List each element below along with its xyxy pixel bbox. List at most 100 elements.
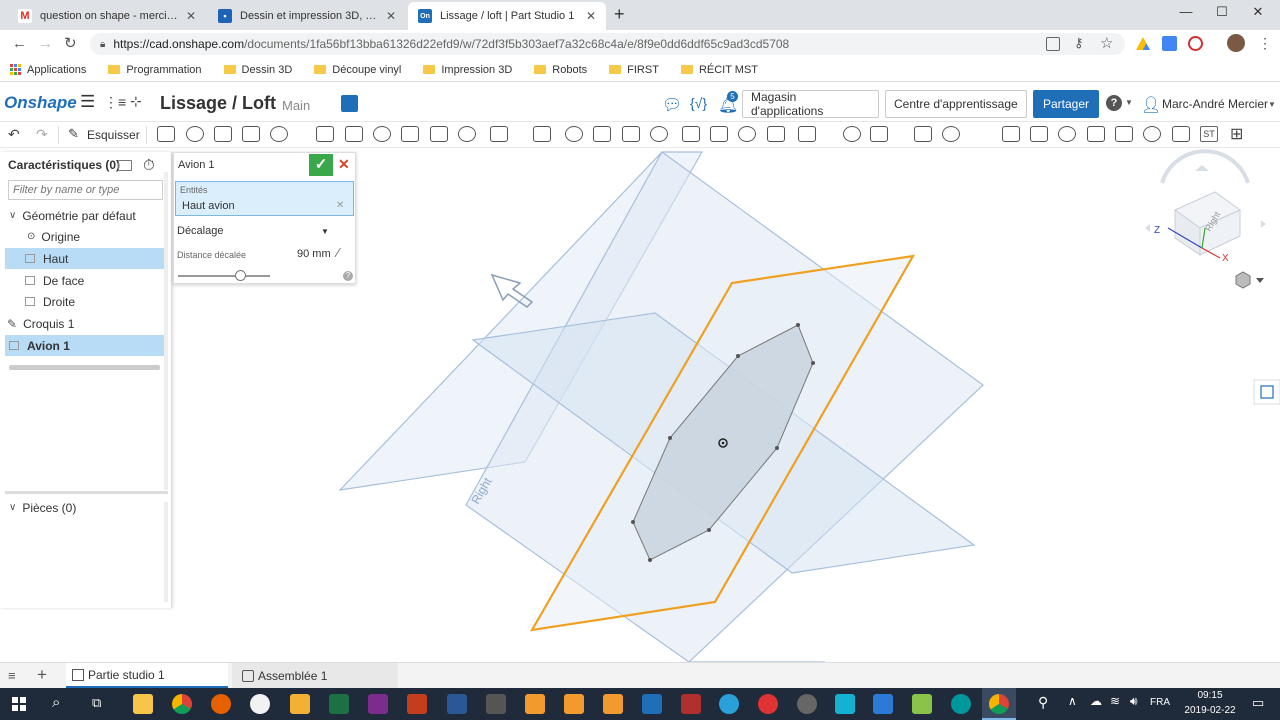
- feature-item-plane-1[interactable]: Avion 1: [5, 335, 164, 356]
- confirm-check-icon[interactable]: ✓: [309, 154, 333, 176]
- redo-icon[interactable]: ↷: [36, 126, 48, 143]
- document-info-icon[interactable]: [341, 95, 358, 112]
- feature-tool-icon[interactable]: [458, 126, 476, 142]
- app-icon[interactable]: [290, 694, 310, 714]
- remove-entity-icon[interactable]: ✕: [336, 200, 344, 211]
- feature-tool-icon[interactable]: [490, 126, 508, 142]
- plane-type-select[interactable]: Décalage: [177, 225, 223, 237]
- star-icon[interactable]: ☆: [1100, 34, 1113, 52]
- feature-tool-icon[interactable]: [1058, 126, 1076, 142]
- action-center-icon[interactable]: ▭: [1252, 695, 1264, 711]
- tray-overflow-icon[interactable]: ∧: [1068, 694, 1077, 708]
- bookmark-impression-3d[interactable]: Impression 3D: [423, 64, 512, 76]
- onedrive-icon[interactable]: ☁︎: [1090, 694, 1102, 708]
- app-icon[interactable]: [642, 694, 662, 714]
- chrome-icon[interactable]: [172, 694, 192, 714]
- feature-filter-input[interactable]: [8, 180, 163, 200]
- tab-assembly[interactable]: Assemblée 1: [232, 663, 398, 688]
- feature-tool-icon[interactable]: [870, 126, 888, 142]
- app-icon[interactable]: [564, 694, 584, 714]
- bookmark-applications[interactable]: Applications: [10, 64, 86, 76]
- rotate-up-icon[interactable]: [1195, 165, 1209, 171]
- app-icon[interactable]: [603, 694, 623, 714]
- app-icon[interactable]: [758, 694, 778, 714]
- translate-icon[interactable]: [1046, 37, 1060, 51]
- help-icon[interactable]: ?: [1106, 95, 1122, 111]
- firefox-icon[interactable]: [211, 694, 231, 714]
- feature-tool-icon[interactable]: [242, 126, 260, 142]
- app-icon[interactable]: [873, 694, 893, 714]
- close-icon[interactable]: ✕: [586, 9, 596, 23]
- version-graph-icon[interactable]: ⋮≡: [104, 94, 126, 111]
- workflow-icon[interactable]: ⊹: [130, 93, 142, 110]
- powerpoint-icon[interactable]: [407, 694, 427, 714]
- user-icon[interactable]: 👤︎: [1141, 95, 1161, 115]
- view-cube[interactable]: Right Z X: [1145, 149, 1266, 264]
- avatar[interactable]: [1227, 34, 1245, 52]
- panel-splitter[interactable]: [5, 491, 168, 494]
- bookmark-programmation[interactable]: Programmation: [108, 64, 202, 76]
- feature-tool-icon[interactable]: [533, 126, 551, 142]
- undo-icon[interactable]: ↶: [8, 126, 20, 143]
- app-icon[interactable]: [835, 694, 855, 714]
- variables-icon[interactable]: {√}: [690, 95, 707, 111]
- cancel-close-icon[interactable]: ✕: [338, 156, 350, 173]
- rollback-bar[interactable]: [9, 365, 160, 370]
- rotate-right-icon[interactable]: [1261, 220, 1266, 228]
- word-icon[interactable]: [447, 694, 467, 714]
- clock-time[interactable]: 09:15: [1180, 690, 1240, 701]
- bookmark-robots[interactable]: Robots: [534, 64, 587, 76]
- close-icon[interactable]: ✕: [386, 9, 396, 23]
- feature-item-right-plane[interactable]: Droite: [5, 291, 164, 312]
- comment-icon[interactable]: 💬︎: [662, 95, 682, 115]
- feature-tool-icon[interactable]: [565, 126, 583, 142]
- parts-group[interactable]: ∨ Pièces (0): [5, 497, 164, 518]
- feature-tool-icon[interactable]: [710, 126, 728, 142]
- feature-tool-icon[interactable]: [401, 126, 419, 142]
- feature-tool-icon[interactable]: [270, 126, 288, 142]
- selected-entity[interactable]: Haut avion: [182, 200, 235, 212]
- distance-slider-track[interactable]: [178, 275, 270, 277]
- feature-tool-icon[interactable]: [1115, 126, 1133, 142]
- user-name[interactable]: Marc-André Mercier: [1162, 97, 1268, 111]
- feature-tool-icon[interactable]: [942, 126, 960, 142]
- default-geometry-group[interactable]: ∨ Géométrie par défaut: [5, 205, 164, 226]
- feature-tool-icon[interactable]: [650, 126, 668, 142]
- hamburger-menu-icon[interactable]: ☰: [80, 92, 95, 112]
- chevron-down-icon[interactable]: ▼: [321, 227, 329, 236]
- feature-tool-icon[interactable]: [430, 126, 448, 142]
- scrollbar[interactable]: [164, 172, 168, 490]
- distance-slider-handle[interactable]: [234, 270, 246, 281]
- feature-tool-icon[interactable]: [738, 126, 756, 142]
- onenote-icon[interactable]: [368, 694, 388, 714]
- chevron-down-icon[interactable]: ▼: [1125, 98, 1133, 107]
- block-icon[interactable]: [1188, 36, 1203, 51]
- sketch-button[interactable]: Esquisser: [87, 128, 140, 142]
- app-icon[interactable]: [486, 694, 506, 714]
- app-icon[interactable]: [681, 694, 701, 714]
- feature-item-top-plane[interactable]: Haut: [5, 248, 164, 269]
- view-options-cube-icon[interactable]: [1235, 271, 1264, 289]
- browser-tab-onshape[interactable]: On Lissage / loft | Part Studio 1 ✕: [408, 2, 606, 30]
- bookmark-first[interactable]: FIRST: [609, 64, 659, 76]
- feature-tool-icon[interactable]: [373, 126, 391, 142]
- app-icon[interactable]: [525, 694, 545, 714]
- bookmark-decoupe-vinyl[interactable]: Découpe vinyl: [314, 64, 401, 76]
- add-custom-feature-icon[interactable]: ⊞: [1230, 124, 1243, 144]
- search-icon[interactable]: ⌕: [52, 694, 60, 711]
- windows-start-icon[interactable]: [12, 697, 26, 711]
- chevron-down-icon[interactable]: ∨: [9, 502, 16, 513]
- featurescript-button[interactable]: ST: [1200, 126, 1218, 142]
- key-icon[interactable]: ⚷: [1074, 35, 1084, 51]
- minimize-icon[interactable]: —: [1166, 4, 1206, 19]
- add-folder-icon[interactable]: [118, 160, 132, 171]
- feature-tool-icon[interactable]: [798, 126, 816, 142]
- feature-tool-icon[interactable]: [186, 126, 204, 142]
- wifi-icon[interactable]: ≋: [1110, 694, 1120, 708]
- feature-tool-icon[interactable]: [345, 126, 363, 142]
- scrollbar[interactable]: [164, 502, 168, 602]
- feature-tool-icon[interactable]: [914, 126, 932, 142]
- feature-tool-icon[interactable]: [157, 126, 175, 142]
- chevron-down-icon[interactable]: ▼: [1268, 100, 1276, 109]
- app-icon[interactable]: [719, 694, 739, 714]
